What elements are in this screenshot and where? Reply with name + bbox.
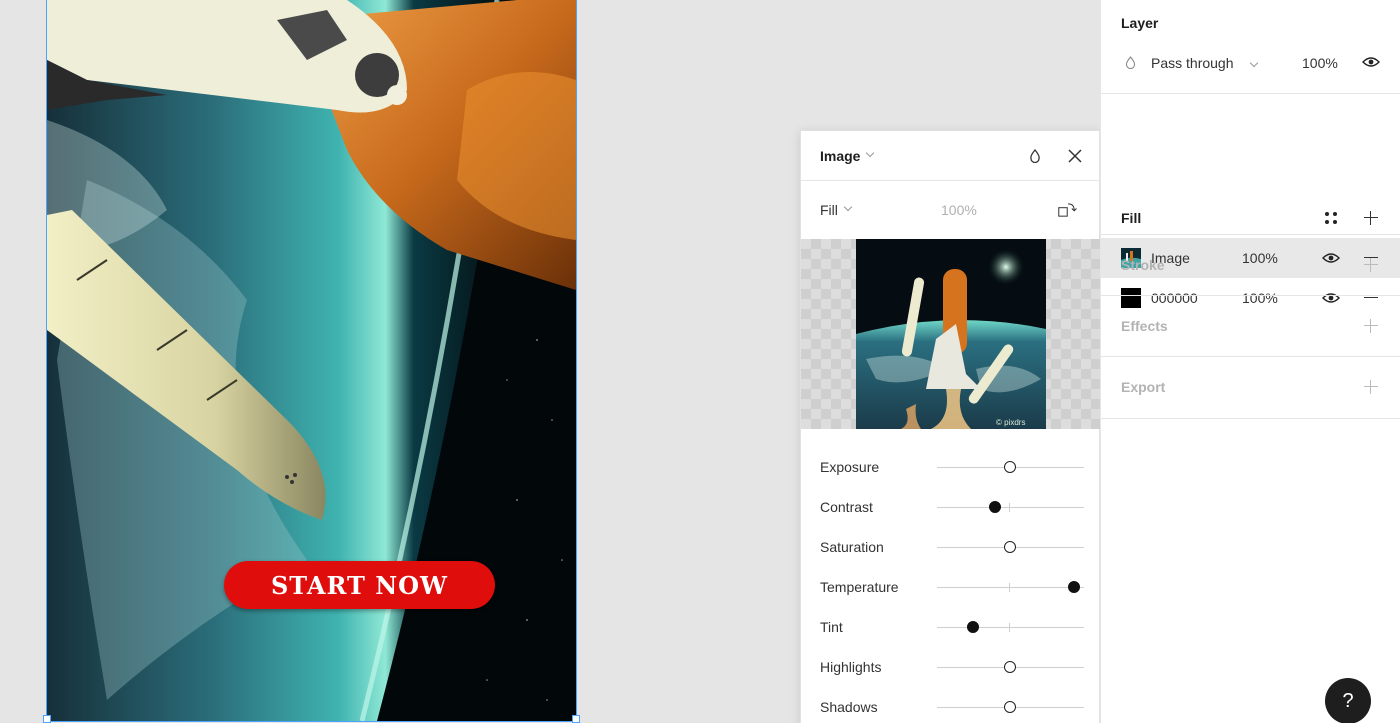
slider-knob[interactable] — [966, 621, 979, 633]
shuttle-launch-image — [47, 0, 576, 721]
adjustment-row-shadows: Shadows — [801, 687, 1101, 723]
fill-mode-select[interactable]: Fill — [820, 202, 838, 218]
slider-knob[interactable] — [1004, 661, 1016, 673]
export-section: Export — [1101, 357, 1400, 419]
canvas-frame[interactable]: START NOW — [46, 0, 577, 722]
add-effect-icon[interactable] — [1364, 319, 1378, 333]
adjustment-slider[interactable] — [937, 461, 1084, 473]
adjustment-label: Highlights — [820, 659, 882, 675]
help-button[interactable]: ? — [1325, 678, 1371, 723]
fill-opacity-value[interactable]: 100% — [941, 202, 977, 218]
adjustment-slider[interactable] — [937, 581, 1084, 593]
adjustment-label: Saturation — [820, 539, 884, 555]
chevron-down-icon[interactable] — [866, 148, 875, 157]
adjustment-label: Temperature — [820, 579, 899, 595]
adjustment-row-exposure: Exposure — [801, 447, 1101, 487]
adjustment-row-highlights: Highlights — [801, 647, 1101, 687]
layer-section: Layer Pass through 100% — [1101, 0, 1400, 94]
slider-knob[interactable] — [1004, 541, 1016, 553]
start-now-label: START NOW — [270, 570, 449, 600]
slider-knob[interactable] — [1004, 701, 1016, 713]
adjustment-slider[interactable] — [937, 501, 1084, 513]
adjustment-slider[interactable] — [937, 661, 1084, 673]
chevron-down-icon[interactable] — [1249, 58, 1259, 68]
adjustment-row-temperature: Temperature — [801, 567, 1101, 607]
popover-title[interactable]: Image — [820, 148, 860, 164]
layer-opacity-input[interactable]: 100% — [1302, 55, 1338, 71]
close-icon[interactable] — [1065, 146, 1085, 166]
adjustment-slider[interactable] — [937, 541, 1084, 553]
adjustment-slider[interactable] — [937, 621, 1084, 633]
stroke-title: Stroke — [1121, 257, 1165, 273]
slider-knob[interactable] — [1067, 581, 1080, 593]
export-title: Export — [1121, 379, 1166, 395]
image-fill-popover: Image Fill 100% © pixdrs Exposure Contra… — [800, 130, 1101, 723]
adjustment-row-contrast: Contrast — [801, 487, 1101, 527]
slider-knob[interactable] — [988, 501, 1001, 513]
frame-resize-handle[interactable] — [43, 715, 51, 723]
adjustment-label: Tint — [820, 619, 843, 635]
popover-header: Image — [801, 131, 1099, 181]
adjustment-label: Contrast — [820, 499, 873, 515]
adjustment-row-saturation: Saturation — [801, 527, 1101, 567]
slider-center-tick — [1009, 623, 1010, 632]
adjustment-row-tint: Tint — [801, 607, 1101, 647]
eye-icon[interactable] — [1362, 56, 1380, 68]
effects-section: Effects — [1101, 296, 1400, 357]
slider-center-tick — [1009, 583, 1010, 592]
frame-resize-handle[interactable] — [572, 715, 580, 723]
watermark-text: © pixdrs — [996, 418, 1025, 427]
add-export-icon[interactable] — [1364, 380, 1378, 394]
slider-center-tick — [1009, 503, 1010, 512]
add-fill-icon[interactable] — [1364, 211, 1378, 225]
slider-knob[interactable] — [1004, 461, 1016, 473]
drop-icon[interactable] — [1025, 146, 1045, 166]
add-stroke-icon[interactable] — [1364, 258, 1378, 272]
image-thumbnail: © pixdrs — [856, 239, 1046, 429]
adjustment-label: Shadows — [820, 699, 878, 715]
layer-title: Layer — [1121, 15, 1159, 31]
start-now-button[interactable]: START NOW — [224, 561, 495, 609]
rotate-image-icon[interactable] — [1058, 200, 1078, 220]
image-adjustments: Exposure Contrast Saturation Temperature Tin… — [801, 447, 1101, 723]
blend-drop-icon — [1125, 56, 1136, 69]
chevron-down-icon[interactable] — [843, 202, 853, 212]
fill-section: Fill Image 100% 000000 100% — [1101, 94, 1400, 308]
effects-title: Effects — [1121, 318, 1168, 334]
help-label: ? — [1342, 689, 1354, 712]
adjustment-label: Exposure — [820, 459, 880, 475]
properties-panel: Layer Pass through 100% Fill Image 100% … — [1100, 0, 1400, 723]
stroke-section: Stroke — [1101, 235, 1400, 296]
fill-mode-row: Fill 100% — [801, 181, 1099, 239]
image-preview[interactable]: © pixdrs — [801, 239, 1101, 429]
blend-mode-select[interactable]: Pass through — [1151, 55, 1234, 71]
adjustment-slider[interactable] — [937, 701, 1084, 713]
style-grid-icon[interactable] — [1324, 211, 1338, 225]
fill-title: Fill — [1121, 210, 1142, 226]
